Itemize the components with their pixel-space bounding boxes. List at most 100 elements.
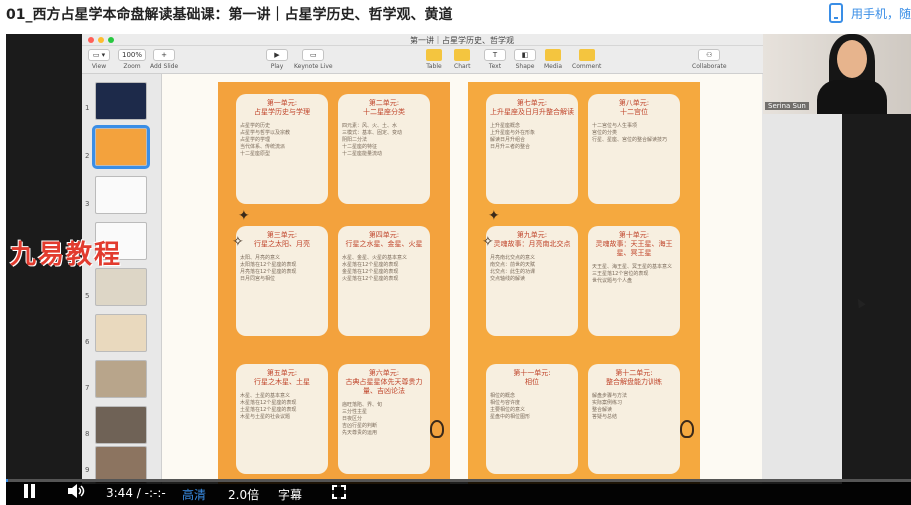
unit-title: 第六单元: 古典占星星体先天尊贵力量、吉凶论法 <box>345 369 423 395</box>
unit-card: 第三单元: 行星之太阳、月亮 太阳、月亮的意义 太阳落在12个星座的表现 月亮落… <box>236 226 328 336</box>
unit-card: 第十单元: 灵魂故事：天王星、海王星、冥王星 天王星、海王星、冥王星的基本意义 … <box>588 226 680 336</box>
slide-thumbnail[interactable] <box>95 314 147 352</box>
progress-bar[interactable] <box>6 479 911 482</box>
view-button[interactable]: ▭ ▾ <box>88 49 110 61</box>
unit-title: 第二单元: 十二星座分类 <box>363 99 405 116</box>
media-control[interactable]: Media <box>544 49 562 70</box>
unit-title: 第十二单元: 整合解盘能力训练 <box>606 369 662 386</box>
slide-course-units-b: 第七单元: 上升星座及日月升整合解读 上升星座概念 上升星座与外在形象 解读日月… <box>468 82 700 484</box>
unit-title: 第七单元: 上升星座及日月升整合解读 <box>490 99 574 116</box>
text-control[interactable]: T Text <box>484 49 506 70</box>
unit-card: 第十一单元: 相位 相位的概念 相位与容许度 主要相位的意义 星盘中的相位图形 <box>486 364 578 474</box>
keynote-window: 第一讲｜占星学历史、哲学观 ▭ ▾ View 100% Zoom + Add S… <box>82 34 842 484</box>
quality-button[interactable]: 高清 <box>182 486 206 503</box>
unit-body: 庙旺落陷、界、旬 三分性主星 日夜区分 吉凶行星的判断 先天尊贵的运用 <box>342 402 383 436</box>
format-sidebar <box>762 74 842 484</box>
view-label: View <box>91 63 107 70</box>
media-icon[interactable] <box>545 49 562 61</box>
unit-title: 第九单元: 灵魂故事：月亮南北交点 <box>493 231 571 248</box>
table-label: Table <box>426 63 442 70</box>
video-player[interactable]: 第一讲｜占星学历史、哲学观 ▭ ▾ View 100% Zoom + Add S… <box>6 34 911 505</box>
unit-body: 水星、金星、火星的基本意义 水星落在12个星座的表现 金星落在12个星座的表现 … <box>342 255 408 282</box>
collaborate-icon[interactable]: ⚇ <box>698 49 721 61</box>
presenter-name: Serina Sun <box>765 102 809 110</box>
media-label: Media <box>544 63 563 70</box>
time-display: 3:44 / -:-:- <box>106 486 166 500</box>
keynote-live-control[interactable]: ▭ Keynote Live <box>294 49 333 70</box>
add-slide-button[interactable]: + <box>153 49 176 61</box>
keynote-live-label: Keynote Live <box>294 63 333 70</box>
slide-thumbnail[interactable] <box>95 268 147 306</box>
play-control[interactable]: ▶ Play <box>266 49 288 70</box>
fullscreen-icon[interactable] <box>331 484 347 500</box>
text-label: Text <box>488 63 502 70</box>
slide-course-units-a: 第一单元: 占星学历史与学理 占星学的历史 占星学与哲学以及宗教 占星学的学理 … <box>218 82 450 484</box>
lightbulb-icon <box>430 420 444 438</box>
thumb-number: 2 <box>85 152 90 160</box>
unit-card: 第五单元: 行星之木星、土星 木星、土星的基本意义 木星落在12个星座的表现 土… <box>236 364 328 474</box>
add-slide-control[interactable]: + Add Slide <box>150 49 178 70</box>
zoom-control[interactable]: 100% Zoom <box>118 49 147 70</box>
unit-body: 占星学的历史 占星学与哲学以及宗教 占星学的学理 当代体系、传统流派 十二星座原… <box>240 123 291 157</box>
player-controls: 3:44 / -:-:- 高清 2.0倍 字幕 <box>6 479 911 505</box>
sparkle-icon: ✦ <box>488 208 500 224</box>
sparkle-icon: ✧ <box>232 234 244 250</box>
progress-fill <box>6 479 8 482</box>
volume-icon[interactable] <box>68 484 86 498</box>
collaborate-control[interactable]: ⚇ Collaborate <box>692 49 727 70</box>
unit-title: 第八单元: 十二宫位 <box>618 99 650 116</box>
mobile-watch-link[interactable]: 用手机，随 <box>828 3 911 23</box>
subtitles-button[interactable]: 字幕 <box>278 486 302 503</box>
speed-button[interactable]: 2.0倍 <box>228 486 259 503</box>
unit-body: 解盘步骤与方法 实际案例练习 整合解读 答疑与总结 <box>592 393 628 420</box>
slide-thumbnail[interactable] <box>95 406 147 444</box>
slide-navigator[interactable]: 1 2 3 4 5 6 7 8 9 <box>82 74 162 484</box>
text-icon[interactable]: T <box>484 49 506 61</box>
shape-label: Shape <box>515 63 535 70</box>
shape-control[interactable]: ◧ Shape <box>514 49 536 70</box>
add-slide-label: Add Slide <box>150 63 179 70</box>
view-control[interactable]: ▭ ▾ View <box>88 49 110 70</box>
zoom-select[interactable]: 100% <box>118 49 147 61</box>
comment-icon[interactable] <box>578 49 595 61</box>
mobile-watch-label: 用手机，随 <box>850 6 911 21</box>
comment-label: Comment <box>572 63 602 70</box>
thumb-number: 8 <box>85 430 90 438</box>
slide-thumbnail-selected[interactable] <box>92 125 150 169</box>
page-title: 01_西方占星学本命盘解读基础课：第一讲｜占星学历史、哲学观、黄道 <box>6 7 453 23</box>
thumb-number: 7 <box>85 384 90 392</box>
table-control[interactable]: Table <box>426 49 442 70</box>
keynote-live-button[interactable]: ▭ <box>302 49 325 61</box>
pause-icon[interactable] <box>24 484 36 498</box>
unit-body: 天王星、海王星、冥王星的基本意义 三王星落12个宫位的表现 世代议题与个人盘 <box>592 264 673 284</box>
thumb-number: 6 <box>85 338 90 346</box>
unit-body: 四元素：风、火、土、水 三模式：基本、固定、变动 阴阳二分法 十二星座的特征 十… <box>342 123 403 157</box>
play-button[interactable]: ▶ <box>266 49 288 61</box>
chart-icon[interactable] <box>454 49 471 61</box>
table-icon[interactable] <box>426 49 442 61</box>
unit-title: 第四单元: 行星之水星、金星、火星 <box>345 231 423 248</box>
presenter-face <box>837 40 867 78</box>
chart-control[interactable]: Chart <box>454 49 471 70</box>
shape-icon[interactable]: ◧ <box>514 49 536 61</box>
unit-title: 第十单元: 灵魂故事：天王星、海王星、冥王星 <box>595 231 673 257</box>
thumb-number: 3 <box>85 200 90 208</box>
unit-title: 第五单元: 行星之木星、土星 <box>254 369 310 386</box>
unit-card: 第二单元: 十二星座分类 四元素：风、火、土、水 三模式：基本、固定、变动 阴阳… <box>338 94 430 204</box>
thumb-number: 9 <box>85 466 90 474</box>
unit-card: 第一单元: 占星学历史与学理 占星学的历史 占星学与哲学以及宗教 占星学的学理 … <box>236 94 328 204</box>
slide-thumbnail[interactable] <box>95 360 147 398</box>
slide-thumbnail[interactable] <box>95 176 147 214</box>
collaborate-label: Collaborate <box>692 63 727 70</box>
mouse-cursor-icon <box>854 296 866 309</box>
unit-title: 第三单元: 行星之太阳、月亮 <box>254 231 310 248</box>
unit-body: 相位的概念 相位与容许度 主要相位的意义 星盘中的相位图形 <box>490 393 531 420</box>
unit-card: 第四单元: 行星之水星、金星、火星 水星、金星、火星的基本意义 水星落在12个星… <box>338 226 430 336</box>
slide-thumbnail[interactable] <box>95 82 147 120</box>
slide-canvas[interactable]: 第一单元: 占星学历史与学理 占星学的历史 占星学与哲学以及宗教 占星学的学理 … <box>162 74 762 484</box>
unit-body: 十二宫位与人生事项 宫位的分类 行星、星座、宫位的整合解读技巧 <box>592 123 668 143</box>
presenter-webcam: Serina Sun <box>763 34 911 114</box>
comment-control[interactable]: Comment <box>572 49 601 70</box>
sparkle-icon: ✧ <box>482 234 494 250</box>
watermark-logo: 九易教程 <box>10 240 123 270</box>
